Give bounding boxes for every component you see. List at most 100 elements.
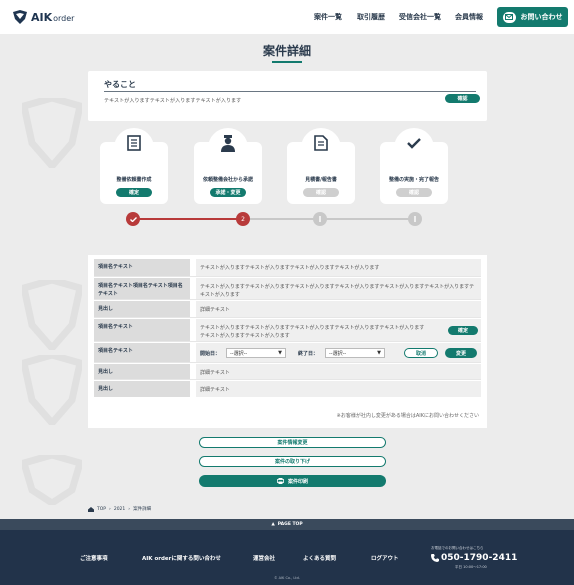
withdraw-case-button[interactable]: 案件の取り下げ: [199, 456, 386, 467]
start-date-value: --選択--: [230, 350, 248, 357]
step-2: 依頼整備会社から承諾 承諾・変更: [194, 128, 262, 204]
check-icon: [129, 216, 137, 222]
footer-link-company[interactable]: 運営会社: [253, 554, 275, 562]
page-title: 案件詳細: [262, 44, 311, 58]
step-3-button[interactable]: 確認: [303, 188, 339, 197]
progress-node-done: [126, 212, 140, 226]
row-value: テキストが入りますテキストが入りますテキストが入りますテキストが入ります: [196, 259, 481, 276]
row-value: 詳細テキスト: [196, 364, 481, 379]
footer: ご注意事項 AIK orderに関する問い合わせ 運営会社 よくある質問 ログア…: [0, 530, 574, 585]
mail-icon: [502, 11, 516, 23]
document-icon: [124, 133, 144, 153]
end-date-select[interactable]: --選択-- ▼: [325, 348, 385, 358]
step-label: 整備の実施・完了報告: [388, 177, 439, 183]
row-label: 見出し: [94, 364, 190, 379]
progress-node-pending: [313, 212, 327, 226]
phone-icon: [431, 554, 439, 562]
contact-button[interactable]: お問い合わせ: [497, 7, 568, 27]
row-value: 詳細テキスト: [196, 301, 481, 317]
step-1-button[interactable]: 確定: [116, 188, 152, 197]
check-icon: [404, 133, 424, 153]
step-3: 見積書/報告書 確認: [287, 128, 355, 204]
step-label: 依頼整備会社から承諾: [202, 177, 253, 183]
breadcrumb-home[interactable]: TOP: [97, 507, 106, 512]
nav-transaction-history[interactable]: 取引履歴: [357, 12, 385, 22]
breadcrumb-separator: ›: [109, 506, 111, 512]
step-1: 整備依頼書作成 確定: [100, 128, 168, 204]
end-date-value: --選択--: [329, 350, 347, 357]
start-date-label: 開始日：: [200, 351, 221, 357]
shield-watermark-icon: [22, 280, 82, 350]
nav-member-info[interactable]: 会員情報: [455, 12, 483, 22]
step-4: 整備の実施・完了報告 確認: [380, 128, 448, 204]
mechanic-icon: [218, 133, 238, 153]
tel-number: 050-1790-2411: [441, 553, 518, 563]
row-label: 見出し: [94, 381, 190, 397]
breadcrumb-current: 案件詳細: [133, 507, 152, 512]
chevron-down-icon: [319, 216, 321, 222]
logo-text: AIKorder: [31, 10, 75, 24]
date-change-button[interactable]: 変更: [445, 348, 477, 358]
table-row: 項目名テキスト項目名テキスト項目名テキスト テキストが入りますテキストが入ります…: [94, 278, 481, 300]
contact-label: お問い合わせ: [520, 13, 563, 21]
footer-link-faq[interactable]: よくある質問: [303, 554, 336, 562]
page: AIKorder 案件一覧 取引履歴 受信会社一覧 会員情報 お問い合わせ 案件…: [0, 0, 574, 585]
page-top-label: PAGE TOP: [277, 522, 303, 527]
footer-link-notes[interactable]: ご注意事項: [80, 554, 108, 562]
row-label: 項目名テキスト: [94, 259, 190, 276]
tel-link[interactable]: 050-1790-2411: [431, 553, 517, 563]
todo-card: やること テキストが入りますテキストが入りますテキストが入ります 確認: [88, 71, 487, 121]
footer-link-inquiry[interactable]: AIK orderに関する問い合わせ: [142, 554, 221, 562]
nav-case-list[interactable]: 案件一覧: [314, 12, 342, 22]
row-label: 見出し: [94, 301, 190, 317]
nav-company-list[interactable]: 受信会社一覧: [399, 12, 441, 22]
shield-watermark-icon: [22, 98, 82, 168]
change-case-button[interactable]: 案件情報変更: [199, 437, 386, 448]
todo-title: やること: [104, 80, 136, 89]
todo-confirm-button[interactable]: 確認: [445, 94, 480, 103]
logo[interactable]: AIKorder: [12, 10, 74, 24]
chevron-down-icon: [414, 216, 416, 222]
breadcrumb-separator: ›: [128, 506, 131, 512]
table-row: 見出し 詳細テキスト: [94, 364, 481, 380]
print-case-button[interactable]: 案件印刷: [199, 475, 386, 487]
print-icon: [277, 478, 284, 484]
breadcrumb: TOP › 2021 › 案件詳細: [88, 506, 151, 512]
row-label: 項目名テキスト: [94, 319, 190, 341]
detail-table: 項目名テキスト テキストが入りますテキストが入りますテキストが入りますテキストが…: [88, 255, 487, 428]
row-value: テキストが入りますテキストが入りますテキストが入りますテキストが入りますテキスト…: [196, 319, 481, 341]
date-cancel-button[interactable]: 取消: [404, 348, 438, 358]
tel-hours: 平日 10:00〜17:00: [455, 565, 487, 569]
step-2-button[interactable]: 承諾・変更: [210, 188, 246, 197]
todo-divider: [104, 91, 476, 92]
shield-watermark-icon: [22, 355, 82, 425]
progress-node-current: 2: [236, 212, 250, 226]
row-label: 項目名テキスト項目名テキスト項目名テキスト: [94, 278, 190, 299]
copyright: © AIK Co., Ltd.: [274, 576, 300, 580]
report-icon: [311, 133, 331, 153]
progress-line-done: [133, 218, 243, 220]
print-label: 案件印刷: [287, 478, 308, 485]
table-row: 項目名テキスト テキストが入りますテキストが入りますテキストが入りますテキストが…: [94, 319, 481, 342]
breadcrumb-item[interactable]: 2021: [114, 507, 125, 512]
table-note: ※お客様が社内し変更がある場合はAIKにお問い合わせください: [336, 413, 479, 419]
home-icon: [88, 506, 94, 512]
row-value: テキストが入りますテキストが入りますテキストが入りますテキストが入りますテキスト…: [196, 278, 481, 299]
step-4-button[interactable]: 確認: [396, 188, 432, 197]
shield-watermark-icon: [22, 455, 82, 505]
table-row: 見出し 詳細テキスト: [94, 301, 481, 318]
table-row: 項目名テキスト テキストが入りますテキストが入りますテキストが入りますテキストが…: [94, 259, 481, 277]
end-date-label: 終了日：: [298, 351, 319, 357]
chevron-up-icon: ▲: [271, 522, 275, 527]
header: AIKorder 案件一覧 取引履歴 受信会社一覧 会員情報 お問い合わせ: [0, 0, 574, 34]
start-date-select[interactable]: --選択-- ▼: [226, 348, 286, 358]
table-row: 項目名テキスト 開始日： --選択-- ▼ 終了日： --選択-- ▼ 取消 変…: [94, 343, 481, 363]
row-confirm-button[interactable]: 確定: [448, 326, 478, 335]
page-top-button[interactable]: ▲ PAGE TOP: [0, 519, 574, 530]
row-label: 項目名テキスト: [94, 343, 190, 362]
step-label: 見積書/報告書: [305, 177, 337, 183]
footer-link-logout[interactable]: ログアウト: [371, 554, 399, 562]
shield-logo-icon: [13, 10, 27, 24]
progress-line-pending: [243, 218, 415, 220]
progress-node-pending: [408, 212, 422, 226]
